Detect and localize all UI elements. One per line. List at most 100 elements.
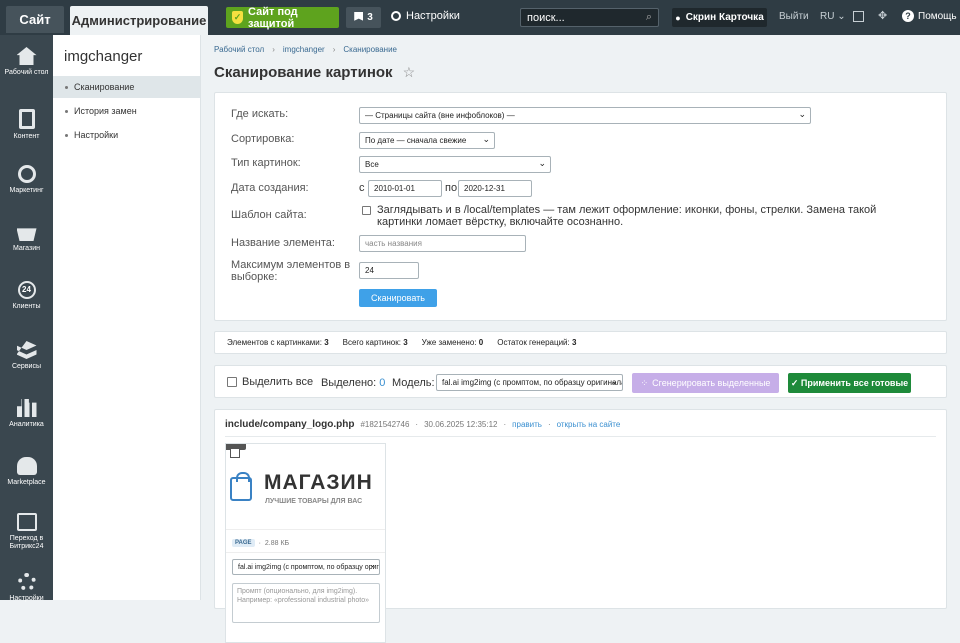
divider xyxy=(226,552,385,553)
notifications-count: 3 xyxy=(367,12,373,23)
file-size: 2.88 КБ xyxy=(264,539,290,547)
user-name: Скрин Карточка xyxy=(685,12,764,23)
top-settings-link[interactable]: Настройки xyxy=(391,10,460,22)
template-text: Заглядывать и в /local/templates — там л… xyxy=(377,204,877,228)
language-select[interactable]: RU ⌄ xyxy=(820,11,846,22)
nav-item-label: Клиенты xyxy=(12,303,41,310)
selected-counter: Выделено: 0 xyxy=(321,377,385,389)
type-badge: PAGE xyxy=(232,539,255,547)
layers-icon xyxy=(16,341,37,359)
menu-item-label: Настройки xyxy=(74,130,119,140)
menu-item-label: Сканирование xyxy=(74,82,135,92)
nav-item-content[interactable]: Контент xyxy=(0,109,53,141)
breadcrumb-item[interactable]: Сканирование xyxy=(343,45,397,54)
flag-icon xyxy=(354,12,364,21)
module-title: imgchanger xyxy=(64,48,143,65)
gear-icon xyxy=(17,573,36,591)
nav-item-shop[interactable]: Магазин xyxy=(0,223,53,253)
where-select[interactable]: — Страницы сайта (вне инфоблоков) — xyxy=(359,107,811,124)
nav-item-label: Marketplace xyxy=(7,479,46,486)
pin-icon[interactable]: ✥ xyxy=(878,9,889,22)
item-id: #1821542746 xyxy=(360,420,410,429)
menu-item-label: История замен xyxy=(74,106,137,116)
menu-item-scan[interactable]: Сканирование xyxy=(53,76,200,98)
item-separator: · xyxy=(503,420,507,429)
breadcrumb: Рабочий стол › imgchanger › Сканирование xyxy=(214,45,397,54)
scan-form: Где искать: — Страницы сайта (вне инфобл… xyxy=(214,92,947,321)
select-all-checkbox[interactable] xyxy=(227,377,237,387)
logo-subtitle: ЛУЧШИЕ ТОВАРЫ ДЛЯ ВАС xyxy=(265,498,363,505)
nav-item-settings[interactable]: Настройки xyxy=(0,573,53,603)
nav-item-analytics[interactable]: Аналитика xyxy=(0,399,53,429)
bullet-icon xyxy=(65,133,68,137)
help-label: Помощь xyxy=(918,10,957,22)
nav-item-bitrix24[interactable]: Переход в Битрикс24 xyxy=(0,513,53,551)
nav-item-label: Маркетинг xyxy=(9,187,44,194)
cloud-icon xyxy=(16,457,37,475)
logout-link[interactable]: Выйти xyxy=(779,11,809,22)
generate-label: Сгенерировать выделенные xyxy=(652,378,771,388)
edit-link[interactable]: править xyxy=(512,420,542,429)
search-input[interactable]: поиск... ⌕ xyxy=(520,8,659,27)
action-bar: Выделить все Выделено: 0 Модель: fal.ai … xyxy=(214,365,947,398)
window-icon[interactable] xyxy=(853,11,864,22)
star-icon[interactable]: ☆ xyxy=(403,64,416,81)
date-from-prefix: с xyxy=(359,182,365,194)
nav-item-marketplace[interactable]: Marketplace xyxy=(0,457,53,487)
date-from-input[interactable]: 2010-01-01 xyxy=(368,180,442,197)
help-link[interactable]: ? Помощь xyxy=(902,10,957,22)
module-menu: imgchanger Сканирование История замен На… xyxy=(53,35,201,600)
card-model-select[interactable]: fal.ai img2img (с промптом, по образцу о… xyxy=(232,559,380,575)
basket-icon xyxy=(16,228,37,241)
date-to-prefix: по xyxy=(445,182,458,194)
model-select[interactable]: fal.ai img2img (с промптом, по образцу о… xyxy=(436,374,623,391)
tab-admin[interactable]: Администрирование xyxy=(70,6,208,35)
top-settings-label: Настройки xyxy=(406,10,460,22)
select-all[interactable]: Выделить все xyxy=(227,376,313,388)
breadcrumb-item[interactable]: Рабочий стол xyxy=(214,45,264,54)
breadcrumb-item[interactable]: imgchanger xyxy=(283,45,325,54)
nav-item-label: Магазин xyxy=(12,245,40,252)
menu-item-history[interactable]: История замен xyxy=(53,100,200,122)
type-label: Тип картинок: xyxy=(231,157,301,169)
user-button[interactable]: ● Скрин Карточка xyxy=(672,8,767,27)
nav-item-services[interactable]: Сервисы xyxy=(0,341,53,371)
generate-selected-button[interactable]: ⁘ Сгенерировать выделенные xyxy=(632,373,779,393)
nav-item-clients[interactable]: 24 Клиенты xyxy=(0,281,53,311)
card-checkbox[interactable] xyxy=(230,448,240,458)
notifications-button[interactable]: 3 xyxy=(346,7,381,28)
type-select[interactable]: Все xyxy=(359,156,551,173)
menu-item-settings[interactable]: Настройки xyxy=(53,124,200,146)
select-all-label: Выделить все xyxy=(242,376,314,388)
site-protected-button[interactable]: ✓ Сайт под защитой xyxy=(226,6,339,30)
max-input[interactable]: 24 xyxy=(359,262,419,279)
nav-item-desktop[interactable]: Рабочий стол xyxy=(0,47,53,77)
search-icon[interactable]: ⌕ xyxy=(646,11,652,24)
bar-chart-icon xyxy=(16,399,37,417)
open-on-site-link[interactable]: открыть на сайте xyxy=(557,420,621,429)
image-card: МАГАЗИН ЛУЧШИЕ ТОВАРЫ ДЛЯ ВАС PAGE · 2.8… xyxy=(225,443,386,643)
apply-all-button[interactable]: ✓ Применить все готовые xyxy=(788,373,911,393)
name-input[interactable]: часть названия xyxy=(359,235,526,252)
prompt-textarea[interactable]: Промпт (опционально, для img2img). Напри… xyxy=(232,583,380,623)
item-date: 30.06.2025 12:35:12 xyxy=(424,420,498,429)
image-thumbnail[interactable]: МАГАЗИН ЛУЧШИЕ ТОВАРЫ ДЛЯ ВАС xyxy=(226,444,385,530)
item-separator: · xyxy=(415,420,419,429)
selected-label: Выделено: xyxy=(321,377,377,389)
scan-button[interactable]: Сканировать xyxy=(359,289,437,307)
user-icon: ● xyxy=(675,12,681,23)
nav-item-marketing[interactable]: Маркетинг xyxy=(0,165,53,195)
max-label: Максимум элементов в выборке: xyxy=(231,259,351,283)
stats-bar: Элементов с картинками: 3 Всего картинок… xyxy=(214,331,947,354)
date-to-input[interactable]: 2020-12-31 xyxy=(458,180,532,197)
divider xyxy=(225,436,936,437)
stat-replaced: Уже заменено: 0 xyxy=(421,338,484,347)
logo-text: МАГАЗИН xyxy=(264,471,373,494)
shopping-bag-icon xyxy=(230,472,252,501)
template-checkbox[interactable] xyxy=(362,206,371,215)
search-placeholder: поиск... xyxy=(527,11,565,24)
tab-site[interactable]: Сайт xyxy=(6,6,64,33)
bitrix24-icon xyxy=(16,513,37,531)
sort-select[interactable]: По дате — сначала свежие xyxy=(359,132,495,149)
top-bar: Сайт Администрирование ✓ Сайт под защито… xyxy=(0,0,960,35)
